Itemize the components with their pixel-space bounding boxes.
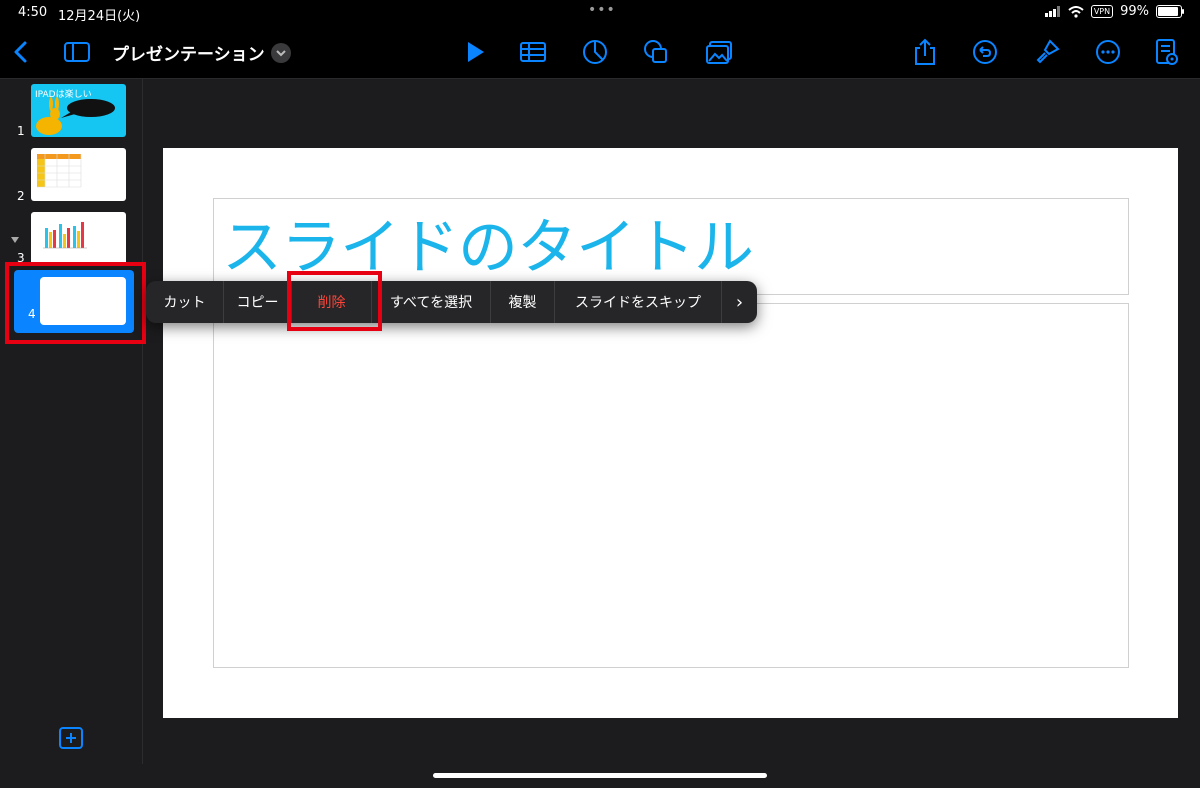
status-bar: 4:50 12月24日(火) ••• VPN 99% — [0, 0, 1200, 26]
status-indicators: VPN 99% — [1044, 4, 1184, 19]
slide-thumbnail-2[interactable] — [31, 148, 126, 201]
slide-number: 2 — [17, 189, 25, 203]
menu-item-select-all[interactable]: すべてを選択 — [372, 281, 491, 323]
sidebar-icon[interactable] — [63, 38, 91, 66]
slide-number: 1 — [17, 124, 25, 138]
menu-more-chevron-icon[interactable]: › — [722, 281, 757, 323]
group-disclosure-icon[interactable] — [10, 236, 20, 244]
undo-icon[interactable] — [971, 38, 999, 66]
format-brush-icon[interactable] — [1033, 38, 1061, 66]
media-icon[interactable] — [705, 38, 733, 66]
play-icon[interactable] — [461, 38, 489, 66]
slide-thumbnail-1[interactable]: IPADは楽しい — [31, 84, 126, 137]
body-placeholder[interactable] — [213, 303, 1129, 668]
battery-icon — [1156, 5, 1184, 18]
table-preview-icon — [37, 154, 82, 188]
menu-item-skip-slide[interactable]: スライドをスキップ — [555, 281, 722, 323]
highlight-box — [287, 271, 382, 331]
shape-icon[interactable] — [642, 38, 670, 66]
more-icon[interactable] — [1094, 38, 1122, 66]
document-title[interactable]: プレゼンテーション — [112, 40, 265, 65]
slide-navigator: 1 IPADは楽しい 2 3 4 — [0, 79, 146, 764]
slide-canvas[interactable]: スライドのタイトル — [163, 148, 1178, 718]
bar-chart-preview-icon — [43, 222, 87, 249]
status-date: 12月24日(火) — [58, 9, 141, 24]
menu-item-copy[interactable]: コピー — [224, 281, 292, 323]
signal-icon — [1044, 6, 1060, 17]
home-indicator[interactable] — [433, 773, 767, 778]
slide-thumbnail-3[interactable] — [31, 212, 126, 265]
document-view-icon[interactable] — [1153, 38, 1181, 66]
rabbit-speech-bubble-icon — [36, 97, 115, 135]
menu-item-duplicate[interactable]: 複製 — [491, 281, 555, 323]
title-menu-chevron-icon[interactable] — [271, 43, 291, 63]
back-chevron-icon[interactable] — [8, 38, 36, 66]
wifi-icon — [1068, 5, 1084, 18]
multitasking-dots-icon[interactable]: ••• — [588, 2, 616, 18]
share-icon[interactable] — [911, 38, 939, 66]
battery-percent: 99% — [1120, 4, 1149, 19]
context-menu: カット コピー 削除 すべてを選択 複製 スライドをスキップ › — [146, 281, 757, 323]
vpn-badge: VPN — [1090, 5, 1114, 18]
toolbar: プレゼンテーション — [0, 26, 1200, 79]
highlight-box — [5, 262, 146, 344]
chart-icon[interactable] — [581, 38, 609, 66]
table-icon[interactable] — [519, 38, 547, 66]
add-slide-icon[interactable] — [58, 727, 84, 749]
status-time: 4:50 — [18, 5, 48, 20]
menu-item-cut[interactable]: カット — [146, 281, 224, 323]
